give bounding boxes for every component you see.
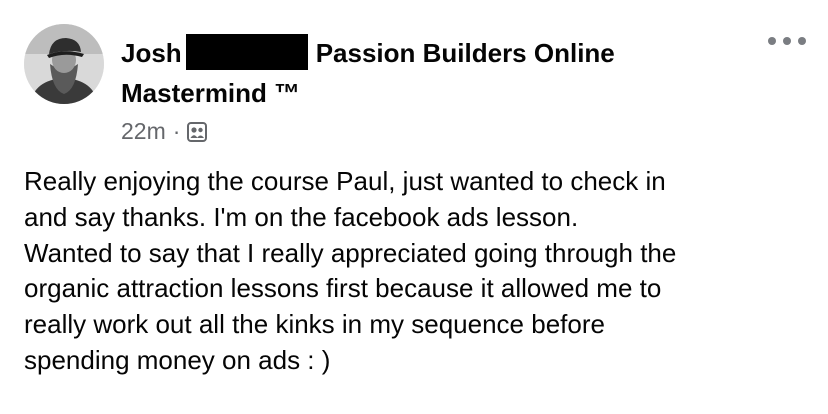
post-body-line: organic attraction lessons first because… [24,273,662,304]
more-options-button[interactable] [768,32,806,50]
post-header-title: Josh Passion Builders Online Mastermind ™ [121,33,721,113]
post-body: Really enjoying the course Paul, just wa… [24,164,824,379]
post-body-line: spending money on ads : ) [24,344,331,375]
avatar-photo [24,24,104,104]
post-timestamp[interactable]: 22m [121,118,166,145]
group-name-continued[interactable]: Mastermind ™ [121,78,300,108]
post-meta: 22m · [121,113,208,149]
author-name[interactable]: Josh [121,38,182,68]
group-icon [187,121,208,142]
post-body-line: really work out all the kinks in my sequ… [24,309,605,340]
more-horizontal-icon-dot [768,37,776,45]
author-avatar[interactable] [24,24,104,104]
more-horizontal-icon-dot [783,37,791,45]
meta-separator: · [172,117,181,144]
post-card: Josh Passion Builders Online Mastermind ™… [0,0,828,414]
more-horizontal-icon-dot [798,37,806,45]
post-body-line: Wanted to say that I really appreciated … [24,237,677,268]
post-body-line: and say thanks. I'm on the facebook ads … [24,201,579,232]
post-body-line: Really enjoying the course Paul, just wa… [24,166,666,196]
redacted-surname [185,34,308,70]
group-name[interactable]: Passion Builders Online [316,38,615,68]
